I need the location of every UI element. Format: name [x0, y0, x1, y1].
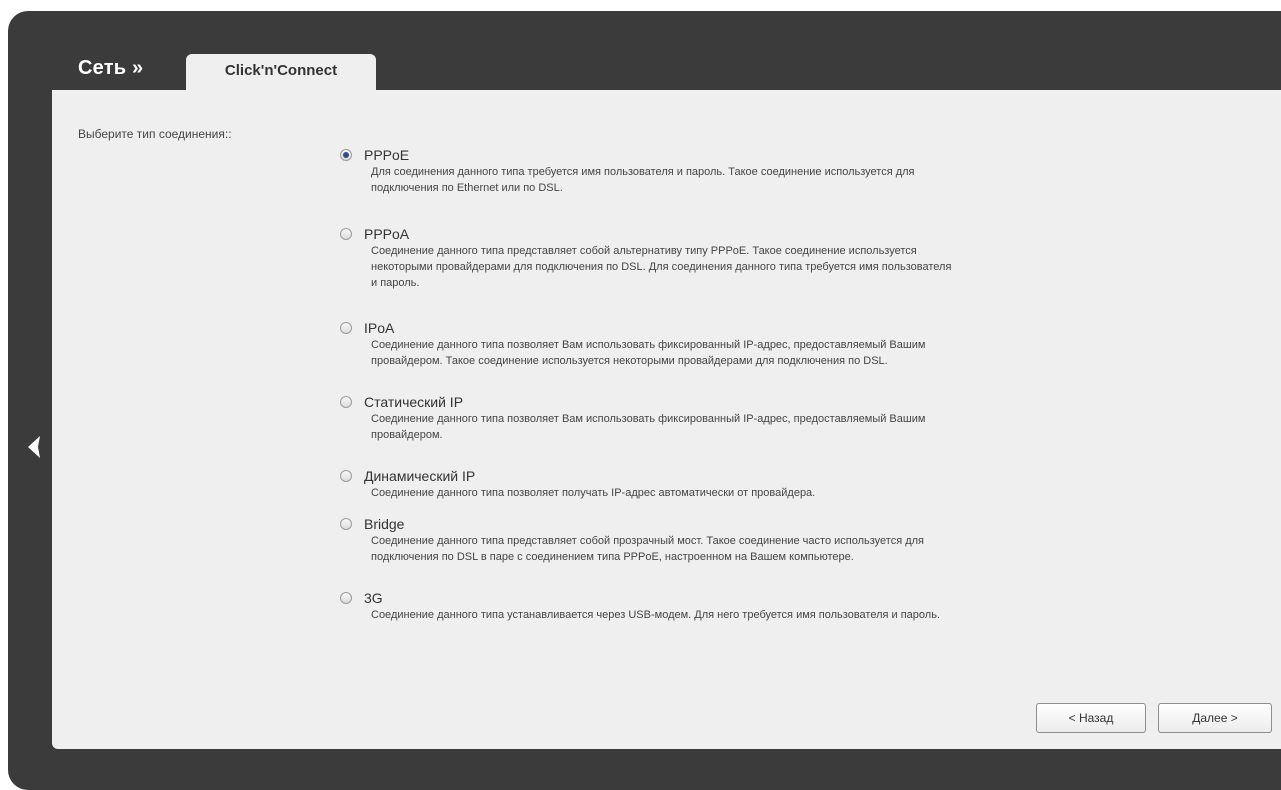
option-description-line: Соединение данного типа позволяет Вам ис…	[371, 413, 926, 425]
option-description-line: провайдером.	[371, 429, 443, 441]
radio-static-ip[interactable]	[340, 396, 352, 408]
option-3g[interactable]: 3G Соединение данного типа устанавливает…	[338, 589, 1118, 629]
option-description-line: и пароль.	[371, 277, 420, 289]
radio-bridge[interactable]	[340, 518, 352, 530]
option-title: Динамический IP	[364, 468, 476, 484]
back-button[interactable]: < Назад	[1036, 703, 1146, 733]
option-title: PPPoE	[364, 147, 410, 163]
option-static-ip[interactable]: Статический IP Соединение данного типа п…	[338, 393, 1118, 467]
option-description-line: Соединение данного типа представляет соб…	[371, 535, 925, 547]
connection-type-label: Выберите тип соединения::	[78, 127, 232, 141]
option-title: PPPoA	[364, 226, 410, 242]
option-title: IPoA	[364, 320, 395, 336]
option-description-line: Соединение данного типа устанавливается …	[371, 609, 940, 621]
option-description-line: подключения по Ethernet или по DSL.	[371, 182, 563, 194]
radio-3g[interactable]	[340, 592, 352, 604]
option-description-line: Для соединения данного типа требуется им…	[371, 166, 915, 178]
section-title: Сеть »	[78, 57, 144, 79]
option-pppoa[interactable]: PPPoA Соединение данного типа представля…	[338, 225, 1118, 319]
option-description-line: Соединение данного типа представляет соб…	[371, 245, 917, 257]
option-bridge[interactable]: Bridge Соединение данного типа представл…	[338, 515, 1118, 589]
option-dynamic-ip[interactable]: Динамический IP Соединение данного типа …	[338, 467, 1118, 515]
connection-type-options: PPPoE Для соединения данного типа требуе…	[338, 146, 1118, 629]
radio-pppoa[interactable]	[340, 228, 352, 240]
option-description-line: подключения по DSL в паре с соединением …	[371, 551, 854, 563]
option-description-line: Соединение данного типа позволяет Вам ис…	[371, 339, 926, 351]
option-title: Статический IP	[364, 394, 464, 410]
radio-dynamic-ip[interactable]	[340, 470, 352, 482]
option-title: 3G	[364, 590, 383, 606]
radio-ipoa[interactable]	[340, 322, 352, 334]
option-description-line: Соединение данного типа позволяет получа…	[371, 487, 816, 499]
tab-clickn-connect[interactable]: Click'n'Connect	[186, 54, 376, 92]
option-ipoa[interactable]: IPoA Соединение данного типа позволяет В…	[338, 319, 1118, 393]
chevron-left-icon[interactable]	[24, 434, 46, 460]
option-pppoe[interactable]: PPPoE Для соединения данного типа требуе…	[338, 146, 1118, 225]
next-button[interactable]: Далее >	[1158, 703, 1272, 733]
option-title: Bridge	[364, 516, 405, 532]
option-description-line: провайдером. Такое соединение использует…	[371, 355, 888, 367]
option-description-line: некоторыми провайдерами для подключения …	[371, 261, 952, 273]
radio-pppoe[interactable]	[340, 149, 352, 161]
